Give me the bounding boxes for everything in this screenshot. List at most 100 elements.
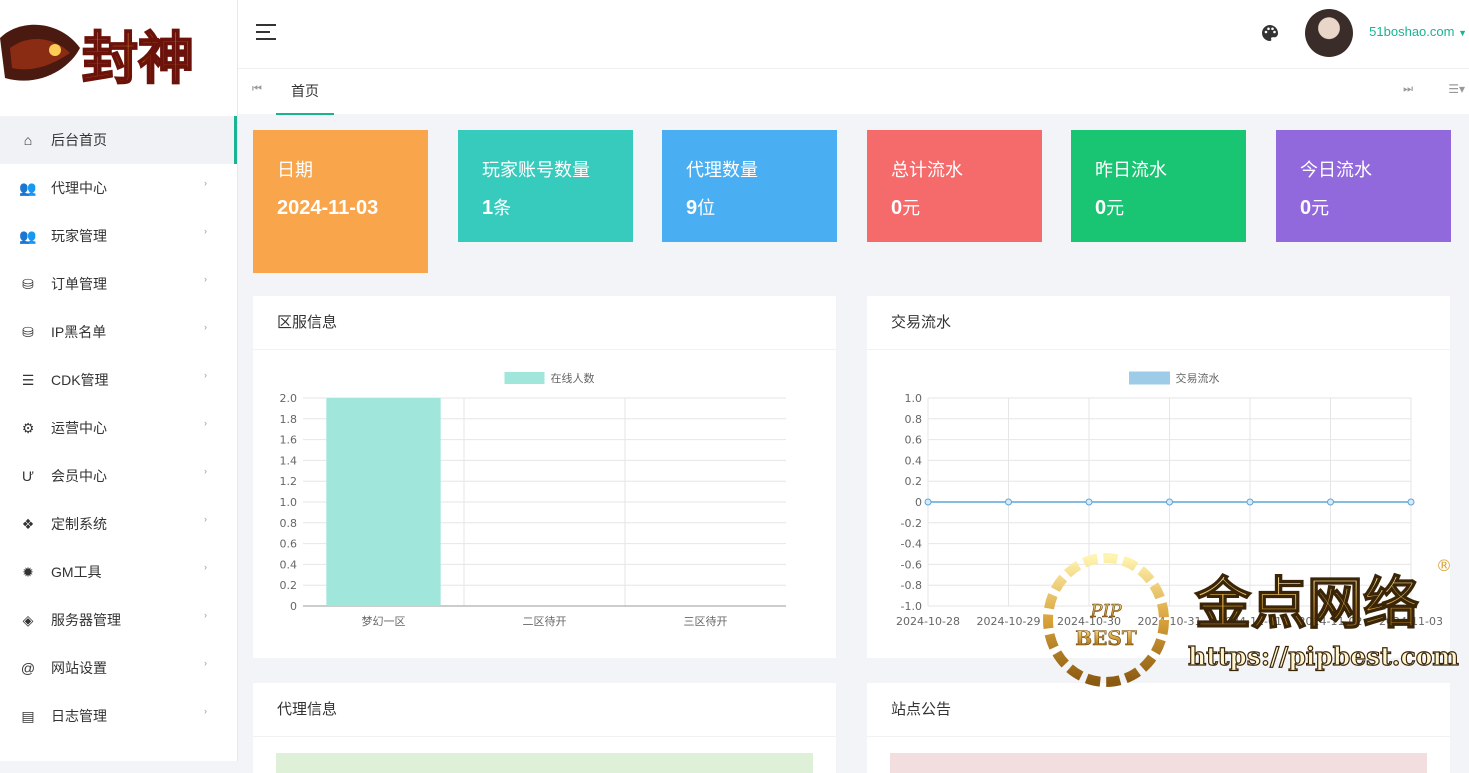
sidebar-item[interactable]: ❖ 定制系统 › bbox=[0, 500, 237, 548]
y-tick-label: 0.4 bbox=[280, 558, 298, 571]
sidebar-item[interactable]: ◈ 服务器管理 › bbox=[0, 596, 237, 644]
stat-card: 日期 2024-11-03 bbox=[253, 130, 428, 273]
sidebar-item-label: 定制系统 bbox=[51, 516, 107, 532]
database-add-icon: ⛁ bbox=[22, 275, 34, 292]
data-point bbox=[1085, 498, 1093, 506]
sidebar-item[interactable]: ⛁ 订单管理 › bbox=[0, 260, 237, 308]
topbar: 51boshao.com ▼ bbox=[238, 0, 1469, 68]
legend-label: 交易流水 bbox=[1176, 371, 1220, 385]
sidebar-item-label: IP黑名单 bbox=[51, 324, 107, 340]
stat-card: 代理数量 9位 bbox=[662, 130, 837, 242]
stat-card-label: 昨日流水 bbox=[1095, 160, 1167, 180]
sidebar-item[interactable]: ✹ GM工具 › bbox=[0, 548, 237, 596]
stat-card-value: 2024-11-03 bbox=[277, 192, 387, 224]
trade-flow-title: 交易流水 bbox=[867, 296, 1450, 350]
sidebar-item-label: 服务器管理 bbox=[51, 612, 121, 628]
tab-scroll-left-icon[interactable]: ⏮ bbox=[252, 83, 262, 96]
y-tick-label: 0.4 bbox=[905, 454, 923, 467]
sidebar-item[interactable]: ⛁ IP黑名单 › bbox=[0, 308, 237, 356]
stat-card-label: 总计流水 bbox=[891, 160, 963, 180]
sidebar-item[interactable]: Ư 会员中心 › bbox=[0, 452, 237, 500]
y-tick-label: 0 bbox=[290, 600, 297, 613]
site-notice-panel: 站点公告 bbox=[867, 683, 1450, 773]
sidebar-item[interactable]: ⌂ 后台首页 bbox=[0, 116, 237, 164]
watermark-url: https://pipbest.com bbox=[1188, 642, 1459, 671]
x-tick-label: 三区待开 bbox=[684, 614, 728, 628]
tab-home-label: 首页 bbox=[291, 83, 319, 99]
comment-icon: ▤ bbox=[21, 707, 35, 724]
x-tick-label: 梦幻一区 bbox=[362, 615, 406, 628]
chevron-right-icon: › bbox=[204, 226, 207, 236]
tab-scroll-right-icon[interactable]: ⏭ bbox=[1403, 83, 1413, 96]
stat-card-number: 0 bbox=[1095, 197, 1107, 219]
chevron-right-icon: › bbox=[204, 466, 207, 476]
users-icon: 👥 bbox=[19, 227, 37, 244]
y-tick-label: 0.8 bbox=[280, 517, 298, 530]
data-point bbox=[1407, 498, 1415, 506]
tab-home[interactable]: 首页 bbox=[276, 69, 334, 115]
agent-info-alert bbox=[276, 753, 813, 773]
user-menu[interactable]: 51boshao.com ▼ bbox=[1369, 24, 1467, 39]
y-tick-label: 2.0 bbox=[280, 392, 298, 405]
y-tick-label: 0.2 bbox=[280, 579, 298, 592]
server-info-title: 区服信息 bbox=[253, 296, 836, 350]
chevron-right-icon: › bbox=[204, 274, 207, 284]
y-tick-label: 0.6 bbox=[280, 538, 298, 551]
gem-icon: ◈ bbox=[22, 611, 34, 628]
logo-text: 封神 bbox=[82, 26, 194, 92]
sidebar-item-label: CDK管理 bbox=[51, 372, 109, 388]
stat-card-value: 0元 bbox=[891, 192, 1018, 224]
tab-options-icon[interactable]: ☰▾ bbox=[1448, 82, 1465, 96]
agents-icon: 👥 bbox=[19, 179, 37, 196]
agent-info-title: 代理信息 bbox=[253, 683, 836, 737]
home-icon: ⌂ bbox=[23, 132, 33, 148]
bug-icon: ✹ bbox=[22, 563, 34, 580]
sidebar-item-label: 日志管理 bbox=[51, 708, 107, 724]
sidebar-item[interactable]: @ 网站设置 › bbox=[0, 644, 237, 692]
sidebar-item-label: 后台首页 bbox=[51, 132, 107, 148]
stat-card: 今日流水 0元 bbox=[1276, 130, 1451, 242]
x-tick-label: 2024-10-28 bbox=[896, 615, 960, 628]
stat-card-label: 代理数量 bbox=[686, 160, 758, 180]
database-block-icon: ⛁ bbox=[22, 323, 34, 340]
stat-card-number: 2024-11-03 bbox=[277, 197, 379, 219]
stat-card-number: 1 bbox=[482, 197, 494, 219]
stat-card-unit: 元 bbox=[1311, 198, 1330, 218]
bar bbox=[326, 398, 441, 606]
stat-card: 玩家账号数量 1条 bbox=[458, 130, 633, 242]
server-info-panel: 区服信息 在线人数 2.0 1.8 1.6 1.4 1.2 1.0 0.8 0.6 0.4 0.2 0… bbox=[253, 296, 836, 658]
chevron-right-icon: › bbox=[204, 322, 207, 332]
y-tick-label: 1.2 bbox=[280, 475, 298, 488]
chevron-right-icon: › bbox=[204, 610, 207, 620]
sidebar-item[interactable]: ☰ CDK管理 › bbox=[0, 356, 237, 404]
server-info-chart: 在线人数 2.0 1.8 1.6 1.4 1.2 1.0 0.8 0.6 0.4 0.2 0 梦幻一区 二… bbox=[280, 371, 786, 628]
sidebar-item[interactable]: ⚙ 运营中心 › bbox=[0, 404, 237, 452]
sidebar-item[interactable]: 👥 代理中心 › bbox=[0, 164, 237, 212]
palette-icon[interactable] bbox=[1261, 24, 1279, 47]
y-tick-label: 1.0 bbox=[905, 392, 923, 405]
y-tick-label: 1.0 bbox=[280, 496, 298, 509]
sidebar-item[interactable]: 👥 玩家管理 › bbox=[0, 212, 237, 260]
chevron-right-icon: › bbox=[204, 178, 207, 188]
data-point bbox=[1166, 498, 1173, 506]
gear-icon: ⚙ bbox=[21, 419, 35, 436]
stat-card-unit: 元 bbox=[902, 198, 921, 218]
y-tick-label: 0.2 bbox=[905, 475, 923, 488]
watermark-title: 金点网络 bbox=[1194, 571, 1419, 637]
sidebar-menu: ⌂ 后台首页 👥 代理中心 › 👥 玩家管理 › ⛁ 订单管理 › ⛁ IP黑名单 › ☰ CDK管理 › ⚙ 运营… bbox=[0, 116, 237, 740]
watermark-registered: ® bbox=[1436, 556, 1452, 575]
site-notice-alert bbox=[890, 753, 1427, 773]
stat-card-unit: 条 bbox=[493, 198, 512, 218]
sidebar-item[interactable]: ▤ 日志管理 › bbox=[0, 692, 237, 740]
data-point bbox=[1005, 498, 1012, 506]
avatar[interactable] bbox=[1305, 9, 1353, 57]
y-tick-label: 0.6 bbox=[905, 434, 923, 447]
y-tick-label: -0.8 bbox=[901, 579, 922, 592]
menu-toggle-icon[interactable] bbox=[256, 24, 276, 40]
chevron-right-icon: › bbox=[204, 706, 207, 716]
logo[interactable]: 封神 bbox=[0, 0, 237, 116]
y-tick-label: -0.6 bbox=[901, 558, 922, 571]
stat-card-value: 0元 bbox=[1300, 192, 1427, 224]
chevron-right-icon: › bbox=[204, 418, 207, 428]
legend-swatch bbox=[1129, 371, 1170, 385]
